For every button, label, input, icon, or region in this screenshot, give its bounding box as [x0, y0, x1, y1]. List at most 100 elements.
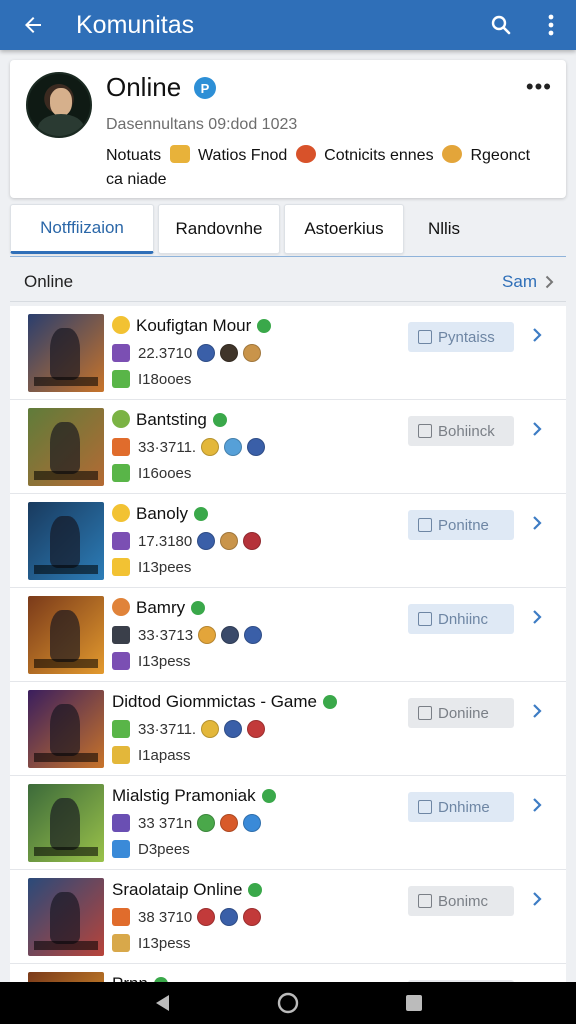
game-title-row: Didtod Giommictas - Game: [112, 692, 337, 712]
edit-icon: [418, 706, 432, 720]
game-title: Mialstig Pramoniak: [112, 786, 256, 805]
chevron-right-icon[interactable]: [530, 890, 544, 908]
game-count: 33·3711.: [138, 720, 197, 738]
game-row[interactable]: Bantsting 33·3711. I16ooes Bohiinck: [10, 400, 566, 494]
badge-icon: [201, 438, 220, 456]
game-players-label: I18ooes: [138, 370, 192, 388]
arrow-left-icon: [25, 17, 41, 33]
game-thumbnail[interactable]: [28, 784, 104, 862]
circle-home-icon[interactable]: [277, 992, 299, 1014]
game-title-row: Koufigtan Mour: [112, 316, 272, 336]
game-action-button[interactable]: Pyntaiss: [408, 322, 514, 352]
category-icon: [112, 626, 130, 644]
game-action-button[interactable]: Bohiinck: [408, 416, 514, 446]
profile-date: Dasennultans 09:dod 1023: [106, 116, 298, 133]
stat-label-e: ca niade: [106, 171, 167, 188]
chevron-right-icon[interactable]: [530, 702, 544, 720]
game-list: Koufigtan Mour 22.3710 I18ooes Pyntaiss …: [10, 306, 566, 982]
game-stats: 33·3711.: [112, 720, 266, 738]
game-title-row: Sraolataip Online: [112, 880, 263, 900]
game-action-button[interactable]: Bonimc: [408, 886, 514, 916]
status-dot-icon: [323, 695, 337, 709]
edit-icon: [418, 518, 432, 532]
game-players: I13pess: [112, 652, 191, 670]
page-title: Komunitas: [76, 10, 195, 39]
chevron-right-icon[interactable]: [530, 608, 544, 626]
game-count: 33·3713: [138, 626, 194, 644]
game-action-button[interactable]: Dnhime: [408, 792, 514, 822]
badge-icon: [224, 438, 243, 456]
edit-icon: [418, 424, 432, 438]
profile-stats: Notuats Watios Fnod Cotnicits ennes Rgeo…: [106, 144, 546, 192]
avatar[interactable]: [26, 72, 92, 138]
tab-astoerkius[interactable]: Astoerkius: [284, 204, 404, 254]
triangle-back-icon[interactable]: [153, 993, 171, 1013]
badge-icon: [197, 532, 216, 550]
game-players-label: D3pees: [138, 840, 190, 858]
game-row[interactable]: Bamry 33·3713 I13pess Dnhiinc: [10, 588, 566, 682]
game-thumbnail[interactable]: [28, 408, 104, 486]
emoji-icon: [295, 145, 316, 163]
status-dot-icon: [261, 789, 276, 803]
game-action-button[interactable]: Ponitne: [408, 510, 514, 540]
chevron-right-icon[interactable]: [530, 420, 544, 438]
badge-icon: [243, 344, 262, 362]
section-header: Online Sam: [10, 262, 566, 302]
game-thumbnail[interactable]: [28, 690, 104, 768]
category-icon: [112, 720, 130, 738]
more-vertical-icon: [548, 14, 554, 36]
status-dot-icon: [193, 507, 208, 521]
game-action-button[interactable]: Doniine: [408, 698, 514, 728]
game-row[interactable]: Koufigtan Mour 22.3710 I18ooes Pyntaiss: [10, 306, 566, 400]
more-options-button[interactable]: •••: [526, 74, 552, 100]
emoji-icon: [442, 145, 463, 163]
game-row[interactable]: Banoly 17.3180 I13pees Ponitne: [10, 494, 566, 588]
game-players: D3pees: [112, 840, 190, 858]
search-button[interactable]: [476, 0, 526, 50]
game-action-button[interactable]: Dnhiinc: [408, 604, 514, 634]
tab-randovnhe[interactable]: Randovnhe: [158, 204, 280, 254]
game-thumbnail[interactable]: [28, 972, 104, 982]
game-row[interactable]: Prnn Bonimc: [10, 964, 566, 982]
game-row[interactable]: Didtod Giommictas - Game 33·3711. I1apas…: [10, 682, 566, 776]
category-icon: [112, 814, 130, 832]
see-all-link[interactable]: Sam: [502, 272, 554, 292]
players-icon: [112, 746, 130, 764]
badge-icon: [243, 532, 262, 550]
badge-icon: [220, 814, 239, 832]
game-players: I1apass: [112, 746, 191, 764]
back-button[interactable]: [0, 0, 66, 50]
game-title: Prnn: [112, 974, 148, 982]
chevron-right-icon[interactable]: [530, 514, 544, 532]
overflow-menu-button[interactable]: [526, 0, 576, 50]
stat-label-d: Rgeonct: [470, 147, 531, 164]
game-title: Koufigtan Mour: [136, 316, 252, 335]
badge-icon: [247, 720, 266, 738]
square-recents-icon[interactable]: [405, 994, 423, 1012]
tab-notifications[interactable]: Notffiizaion: [10, 204, 154, 254]
status-dot-icon: [257, 319, 272, 333]
category-icon: [112, 532, 130, 550]
players-icon: [112, 652, 130, 670]
game-thumbnail[interactable]: [28, 314, 104, 392]
game-title-row: Banoly: [112, 504, 208, 524]
game-row[interactable]: Mialstig Pramoniak 33 371n D3pees Dnhime: [10, 776, 566, 870]
game-thumbnail[interactable]: [28, 502, 104, 580]
app-bar: Komunitas: [0, 0, 576, 50]
tab-nllis[interactable]: Nllis: [408, 204, 480, 254]
players-icon: [112, 840, 130, 858]
badge-icon: [220, 344, 239, 362]
category-icon: [112, 344, 130, 362]
badge-icon: [197, 814, 216, 832]
verified-badge-icon: P: [194, 77, 216, 99]
stat-label-a: Notuats: [106, 147, 162, 164]
game-thumbnail[interactable]: [28, 878, 104, 956]
game-thumbnail[interactable]: [28, 596, 104, 674]
game-title: Sraolataip Online: [112, 880, 243, 899]
game-title-row: Bantsting: [112, 410, 227, 430]
chevron-right-icon[interactable]: [530, 796, 544, 814]
category-icon: [112, 908, 130, 926]
game-action-label: Doniine: [438, 704, 489, 722]
chevron-right-icon[interactable]: [530, 326, 544, 344]
game-row[interactable]: Sraolataip Online 38 3710 I13pess Bonimc: [10, 870, 566, 964]
